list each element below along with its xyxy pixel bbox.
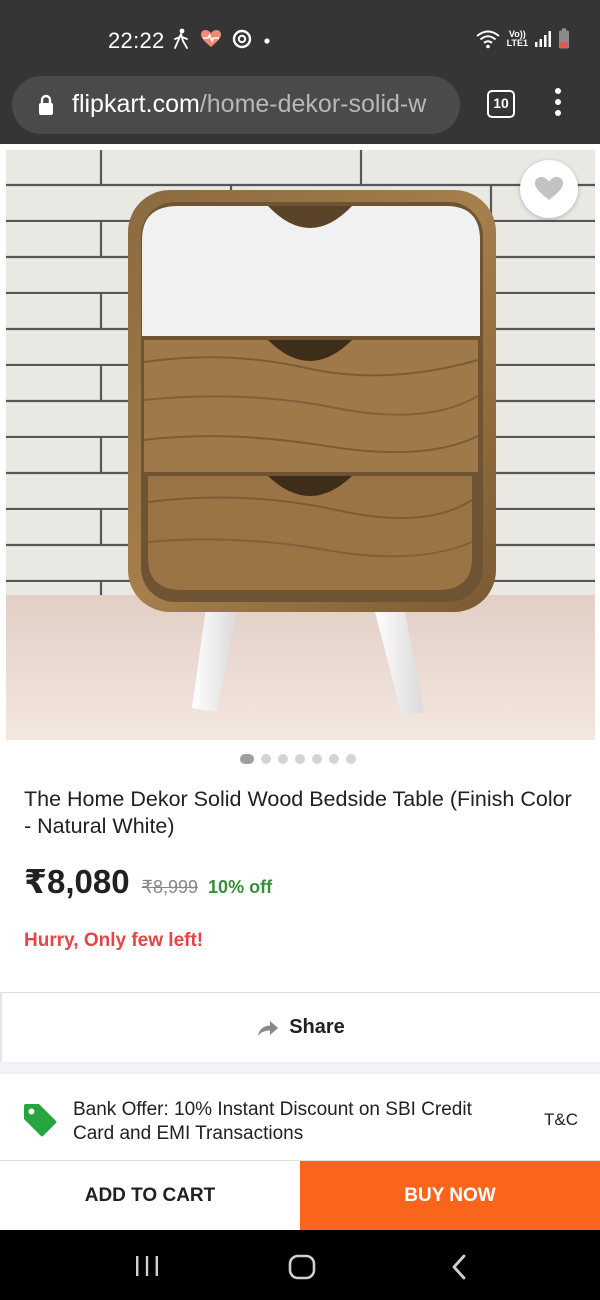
discount-label: 10% off <box>208 877 273 897</box>
address-bar[interactable]: flipkart.com/home-dekor-solid-w <box>12 76 460 134</box>
lock-icon <box>39 94 53 115</box>
share-label: Share <box>289 1016 345 1038</box>
dot-icon <box>264 38 270 44</box>
bank-offer-row[interactable]: Bank Offer: 10% Instant Discount on SBI … <box>0 1074 600 1160</box>
share-icon <box>258 1020 279 1036</box>
wishlist-button[interactable] <box>520 160 578 218</box>
heart-icon <box>535 177 563 200</box>
stock-message: Hurry, Only few left! <box>24 930 204 951</box>
more-menu-icon[interactable] <box>552 88 564 120</box>
android-nav-bar <box>0 1230 600 1300</box>
back-icon[interactable] <box>450 1254 468 1280</box>
status-time: 22:22 <box>108 28 165 53</box>
url-text[interactable]: flipkart.com/home-dekor-solid-w <box>72 90 457 119</box>
volte-text-bottom: LTE1 <box>506 38 528 48</box>
heart-rate-icon <box>201 30 221 47</box>
browser-toolbar: flipkart.com/home-dekor-solid-w 10 <box>0 72 600 144</box>
image-carousel-dots[interactable] <box>240 754 356 764</box>
url-domain: flipkart.com <box>72 90 200 118</box>
share-button[interactable]: Share <box>0 992 600 1062</box>
carousel-dot-5[interactable] <box>312 754 322 764</box>
fitness-ring-icon <box>232 29 252 49</box>
section-divider <box>0 1062 600 1074</box>
tab-switcher-button[interactable]: 10 <box>487 90 515 118</box>
bottom-action-bar: ADD TO CART BUY NOW <box>0 1160 600 1231</box>
signal-icon <box>535 31 551 47</box>
price-row: ₹8,080 ₹8,999 10% off <box>24 862 272 901</box>
bank-offer-text: Bank Offer: 10% Instant Discount on SBI … <box>73 1099 472 1144</box>
carousel-dot-4[interactable] <box>295 754 305 764</box>
home-icon[interactable] <box>288 1254 316 1280</box>
offer-tnc-link[interactable]: T&C <box>544 1110 578 1130</box>
recent-apps-icon[interactable] <box>134 1255 160 1277</box>
wifi-icon <box>476 30 500 49</box>
carousel-dot-7[interactable] <box>346 754 356 764</box>
product-title: The Home Dekor Solid Wood Bedside Table … <box>24 787 572 838</box>
carousel-dot-6[interactable] <box>329 754 339 764</box>
add-to-cart-button[interactable]: ADD TO CART <box>0 1161 300 1231</box>
carousel-dot-3[interactable] <box>278 754 288 764</box>
url-path: /home-dekor-solid-w <box>199 90 427 118</box>
selling-price: ₹8,080 <box>24 863 130 900</box>
bedside-table-photo <box>6 150 595 740</box>
buy-now-button[interactable]: BUY NOW <box>300 1161 600 1231</box>
volte-icon: Vo)) LTE1 <box>507 30 528 48</box>
status-right-icons: Vo)) LTE1 <box>475 28 570 50</box>
carousel-dot-1[interactable] <box>240 754 254 764</box>
product-image[interactable] <box>6 150 595 740</box>
mrp-price: ₹8,999 <box>141 877 199 897</box>
walking-icon <box>174 28 188 49</box>
carousel-dot-2[interactable] <box>261 754 271 764</box>
battery-icon <box>559 28 569 49</box>
status-left-icons <box>172 28 272 50</box>
status-bar: 22:22 Vo)) LTE1 <box>0 0 600 72</box>
offer-tag-icon <box>24 1104 57 1137</box>
